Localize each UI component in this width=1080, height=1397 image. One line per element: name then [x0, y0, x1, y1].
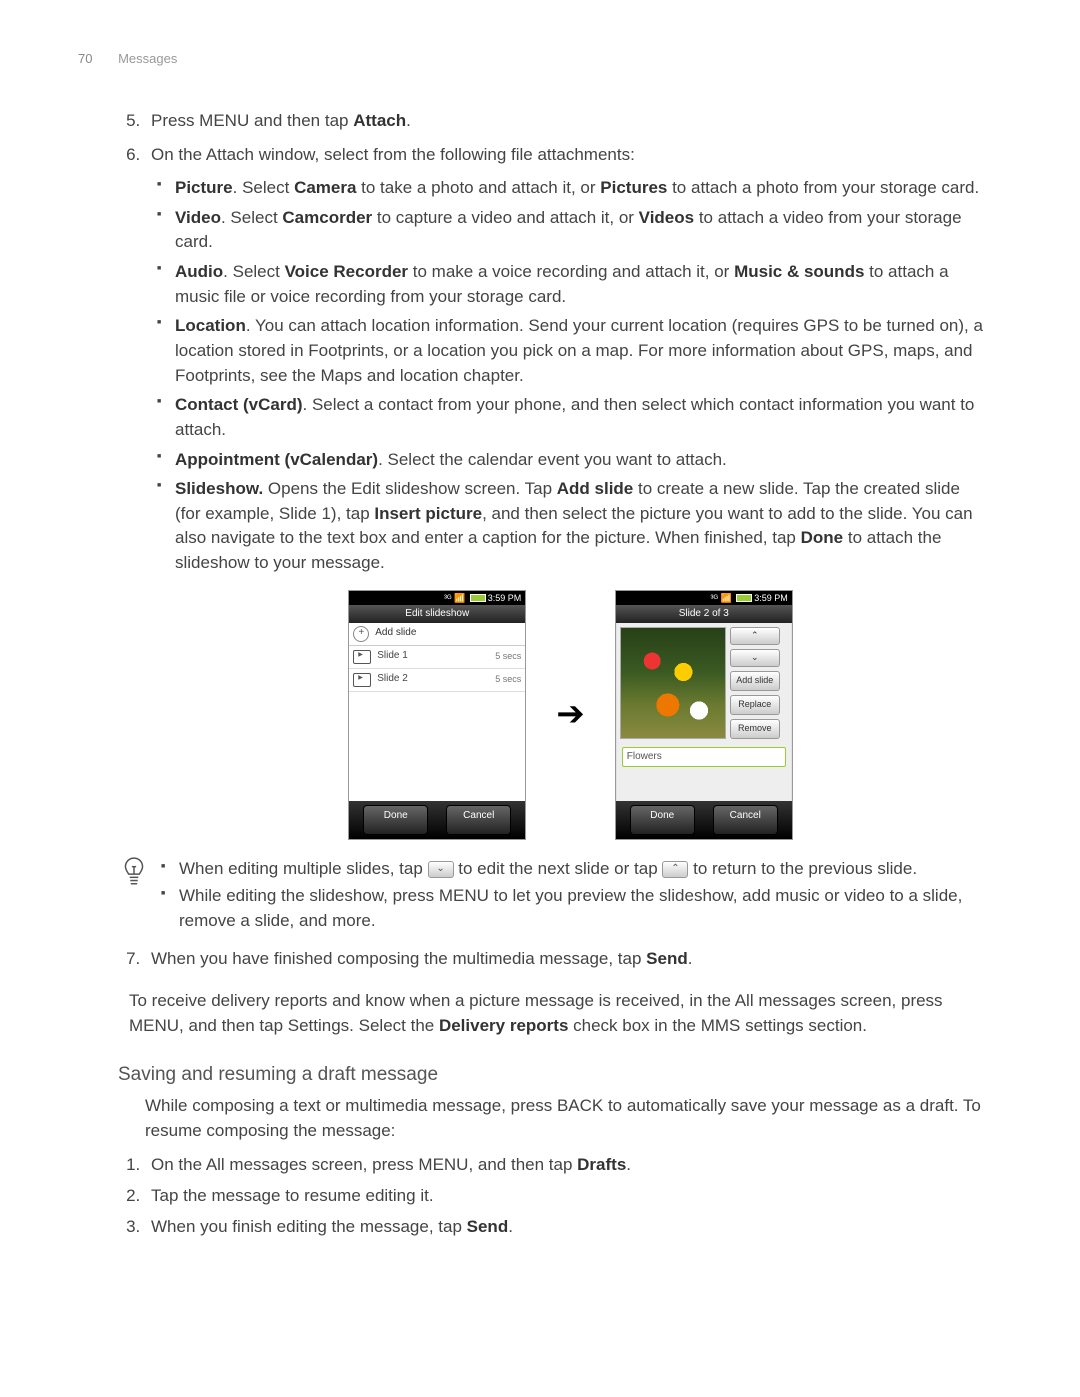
done-button[interactable]: Done	[630, 805, 695, 835]
tips-list: When editing multiple slides, tap ⌄ to e…	[161, 854, 990, 937]
attach-video: Video. Select Camcorder to capture a vid…	[175, 206, 990, 255]
prev-slide-button[interactable]: ⌃	[730, 627, 780, 645]
tip-2: While editing the slideshow, press MENU …	[161, 884, 990, 933]
page: 70 Messages Press MENU and then tap Atta…	[0, 0, 1080, 1305]
attach-audio: Audio. Select Voice Recorder to make a v…	[175, 260, 990, 309]
slide-row-2[interactable]: Slide 25 secs	[349, 669, 525, 692]
side-buttons: ⌃ ⌄ Add slide Replace Remove	[730, 627, 780, 739]
attach-picture: Picture. Select Camera to take a photo a…	[175, 176, 990, 201]
cancel-button[interactable]: Cancel	[446, 805, 511, 835]
screen-title: Slide 2 of 3	[616, 605, 792, 623]
button-bar: Done Cancel	[349, 801, 525, 839]
draft-step-1: On the All messages screen, press MENU, …	[145, 1153, 990, 1178]
draft-step-2: Tap the message to resume editing it.	[145, 1184, 990, 1209]
status-bar: 3:59 PM	[349, 591, 525, 605]
plus-icon: +	[353, 626, 369, 642]
slide-image	[620, 627, 726, 739]
note-block: To receive delivery reports and know whe…	[115, 989, 990, 1038]
attachment-list: Picture. Select Camera to take a photo a…	[157, 176, 990, 576]
chevron-up-icon: ⌃	[662, 861, 688, 878]
slide-row-1[interactable]: Slide 15 secs	[349, 646, 525, 669]
note-text: To receive delivery reports and know whe…	[129, 989, 990, 1038]
attach-contact: Contact (vCard). Select a contact from y…	[175, 393, 990, 442]
draft-heading: Saving and resuming a draft message	[118, 1061, 990, 1089]
page-header: 70 Messages	[78, 50, 990, 69]
lightbulb-icon	[121, 854, 147, 937]
step-7: When you have finished composing the mul…	[145, 947, 990, 972]
tip-block: When editing multiple slides, tap ⌄ to e…	[121, 854, 990, 937]
attach-appointment: Appointment (vCalendar). Select the cale…	[175, 448, 990, 473]
draft-step-3: When you finish editing the message, tap…	[145, 1215, 990, 1240]
next-slide-button[interactable]: ⌄	[730, 649, 780, 667]
step-5: Press MENU and then tap Attach.	[145, 109, 990, 134]
attach-location: Location. You can attach location inform…	[175, 314, 990, 388]
cancel-button[interactable]: Cancel	[713, 805, 778, 835]
screenshot-edit-slideshow: 3:59 PM Edit slideshow +Add slide Slide …	[348, 590, 526, 840]
slide-icon	[353, 650, 371, 664]
screenshot-slide-editor: 3:59 PM Slide 2 of 3 ⌃ ⌄ Add slide Repla…	[615, 590, 793, 840]
attach-slideshow: Slideshow. Opens the Edit slideshow scre…	[175, 477, 990, 576]
screen-body: +Add slide Slide 15 secs Slide 25 secs	[349, 623, 525, 801]
add-slide-button[interactable]: +Add slide	[349, 623, 525, 646]
page-number: 70	[78, 51, 92, 66]
steps-list: Press MENU and then tap Attach. On the A…	[145, 109, 990, 971]
screen-title: Edit slideshow	[349, 605, 525, 623]
screen-body: ⌃ ⌄ Add slide Replace Remove Flowers	[616, 623, 792, 801]
add-slide-button[interactable]: Add slide	[730, 671, 780, 691]
step-6: On the Attach window, select from the fo…	[145, 143, 990, 936]
draft-steps: On the All messages screen, press MENU, …	[145, 1153, 990, 1239]
button-bar: Done Cancel	[616, 801, 792, 839]
section-title: Messages	[118, 51, 177, 66]
figure-row: 3:59 PM Edit slideshow +Add slide Slide …	[151, 590, 990, 840]
status-bar: 3:59 PM	[616, 591, 792, 605]
replace-button[interactable]: Replace	[730, 695, 780, 715]
tip-1: When editing multiple slides, tap ⌄ to e…	[161, 857, 990, 882]
arrow-right-icon: ➔	[556, 690, 585, 739]
chevron-down-icon: ⌄	[428, 861, 454, 878]
slide-icon	[353, 673, 371, 687]
remove-button[interactable]: Remove	[730, 719, 780, 739]
draft-paragraph: While composing a text or multimedia mes…	[145, 1094, 990, 1143]
caption-input[interactable]: Flowers	[622, 747, 786, 767]
done-button[interactable]: Done	[363, 805, 428, 835]
